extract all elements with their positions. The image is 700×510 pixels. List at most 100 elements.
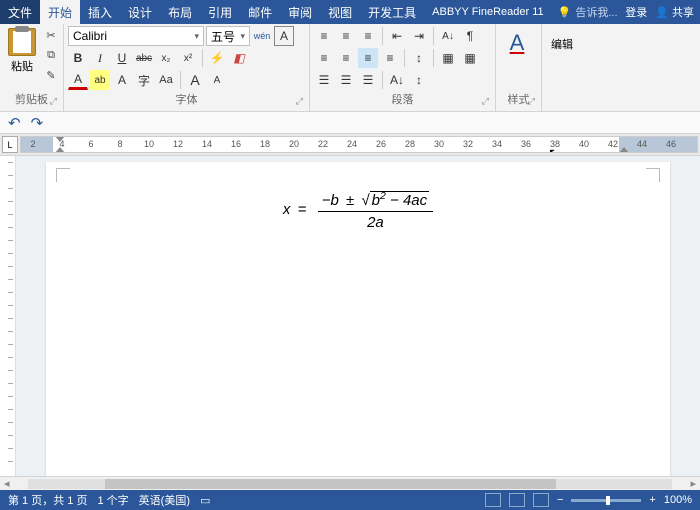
subscript-button[interactable]: x₂: [156, 48, 176, 68]
title-bar: 文件 开始 插入 设计 布局 引用 邮件 审阅 视图 开发工具 ABBYY Fi…: [0, 0, 700, 24]
margin-corner-tr: [646, 168, 660, 182]
scroll-left-icon[interactable]: ◂: [0, 477, 14, 490]
para-extra2-button[interactable]: ☰: [336, 70, 356, 90]
zoom-slider[interactable]: [571, 499, 641, 502]
tab-review[interactable]: 审阅: [280, 0, 320, 24]
view-read-button[interactable]: [485, 493, 501, 507]
bold-button[interactable]: B: [68, 48, 88, 68]
hanging-indent[interactable]: [55, 147, 65, 153]
grow-font-button[interactable]: A: [185, 70, 205, 90]
bullets-button[interactable]: ≡: [314, 26, 334, 46]
shrink-font-button[interactable]: A: [207, 70, 227, 90]
tab-insert[interactable]: 插入: [80, 0, 120, 24]
cut-button[interactable]: ✂: [42, 26, 60, 44]
show-marks-button[interactable]: ¶: [460, 26, 480, 46]
tab-developer[interactable]: 开发工具: [360, 0, 424, 24]
justify-button[interactable]: ≡: [380, 48, 400, 68]
equation[interactable]: x = −b ± √b2 − 4ac 2a: [46, 190, 670, 231]
decrease-indent-button[interactable]: ⇤: [387, 26, 407, 46]
login-link[interactable]: 登录: [625, 4, 647, 20]
line-spacing-button[interactable]: ↕: [409, 48, 429, 68]
align-center-button[interactable]: ≡: [336, 48, 356, 68]
ruler-tick: 28: [405, 139, 415, 149]
zoom-out-button[interactable]: −: [557, 494, 563, 506]
clear-formatting-button[interactable]: ◧: [229, 48, 249, 68]
paste-button[interactable]: 粘贴: [4, 26, 40, 84]
chevron-down-icon: ▾: [194, 31, 199, 42]
zoom-level[interactable]: 100%: [664, 494, 692, 506]
horizontal-scrollbar[interactable]: ◂ ▸: [0, 476, 700, 490]
tab-file[interactable]: 文件: [0, 0, 40, 24]
first-line-indent[interactable]: [55, 136, 65, 142]
share-button[interactable]: 👤 共享: [655, 4, 694, 20]
sort-button[interactable]: A↓: [438, 26, 458, 46]
status-language[interactable]: 英语(美国): [139, 492, 190, 508]
enclose-char-button[interactable]: 字: [134, 70, 154, 90]
numbering-button[interactable]: ≡: [336, 26, 356, 46]
view-print-button[interactable]: [509, 493, 525, 507]
superscript-button[interactable]: x²: [178, 48, 198, 68]
borders-button[interactable]: ▦: [460, 48, 480, 68]
strikethrough-button[interactable]: abc: [134, 48, 154, 68]
status-extra-icon[interactable]: ▭: [200, 494, 210, 507]
group-font: Calibri▾ 五号▾ wén A B I U abc x₂ x² ⚡ ◧ A…: [64, 24, 310, 111]
styles-button[interactable]: A: [500, 26, 534, 60]
undo-button[interactable]: ↶: [8, 114, 21, 132]
tab-view[interactable]: 视图: [320, 0, 360, 24]
ruler-tick: 2: [30, 139, 35, 149]
para-extra5-button[interactable]: ↕: [409, 70, 429, 90]
para-extra4-button[interactable]: A↓: [387, 70, 407, 90]
right-indent[interactable]: [619, 147, 629, 153]
align-right-button[interactable]: ≡: [358, 48, 378, 68]
clipboard-launcher[interactable]: ⤢: [50, 96, 57, 107]
equation-denominator: 2a: [318, 212, 433, 231]
align-left-button[interactable]: ≡: [314, 48, 334, 68]
ruler-area: L 24681012141618202224262830323436384042…: [0, 134, 700, 156]
font-launcher[interactable]: ⤢: [296, 96, 303, 107]
page[interactable]: x = −b ± √b2 − 4ac 2a: [46, 162, 670, 476]
tab-selector[interactable]: L: [2, 136, 18, 153]
tab-layout[interactable]: 布局: [160, 0, 200, 24]
paragraph-launcher[interactable]: ⤢: [482, 96, 489, 107]
view-web-button[interactable]: [533, 493, 549, 507]
status-page[interactable]: 第 1 页，共 1 页: [8, 492, 87, 508]
font-size-combo[interactable]: 五号▾: [206, 26, 250, 46]
tell-me[interactable]: 💡告诉我...: [558, 4, 618, 20]
styles-launcher[interactable]: ⤢: [528, 96, 535, 107]
font-name-combo[interactable]: Calibri▾: [68, 26, 204, 46]
text-effects-button[interactable]: ⚡: [207, 48, 227, 68]
horizontal-ruler[interactable]: 2468101214161820222426283032343638404244…: [20, 136, 698, 153]
char-shading-button[interactable]: A: [112, 70, 132, 90]
scroll-thumb[interactable]: [105, 479, 556, 489]
italic-button[interactable]: I: [90, 48, 110, 68]
font-color-button[interactable]: A: [68, 70, 88, 90]
shading-button[interactable]: ▦: [438, 48, 458, 68]
edit-group-label: [546, 107, 578, 109]
highlight-button[interactable]: ab: [90, 70, 110, 90]
status-wordcount[interactable]: 1 个字: [97, 492, 128, 508]
edit-button[interactable]: 编辑: [546, 26, 578, 52]
para-extra1-button[interactable]: ☰: [314, 70, 334, 90]
tab-references[interactable]: 引用: [200, 0, 240, 24]
increase-indent-button[interactable]: ⇥: [409, 26, 429, 46]
multilevel-list-button[interactable]: ≡: [358, 26, 378, 46]
char-border-button[interactable]: A: [274, 26, 294, 46]
clipboard-group-label: 剪贴板⤢: [4, 91, 59, 109]
change-case-button[interactable]: Aa: [156, 70, 176, 90]
vertical-ruler[interactable]: [0, 156, 16, 476]
zoom-in-button[interactable]: +: [649, 494, 655, 506]
underline-button[interactable]: U: [112, 48, 132, 68]
tab-mailings[interactable]: 邮件: [240, 0, 280, 24]
format-painter-button[interactable]: ✎: [42, 66, 60, 84]
ruler-tick: 18: [260, 139, 270, 149]
para-extra3-button[interactable]: ☰: [358, 70, 378, 90]
tab-home[interactable]: 开始: [40, 0, 80, 24]
scroll-right-icon[interactable]: ▸: [686, 477, 700, 490]
redo-button[interactable]: ↷: [31, 114, 44, 132]
page-scroll[interactable]: x = −b ± √b2 − 4ac 2a: [16, 156, 700, 476]
ruler-tick: 40: [579, 139, 589, 149]
tab-abbyy[interactable]: ABBYY FineReader 11: [424, 0, 552, 24]
phonetic-guide-button[interactable]: wén: [252, 26, 272, 46]
copy-button[interactable]: ⧉: [42, 46, 60, 64]
tab-design[interactable]: 设计: [120, 0, 160, 24]
